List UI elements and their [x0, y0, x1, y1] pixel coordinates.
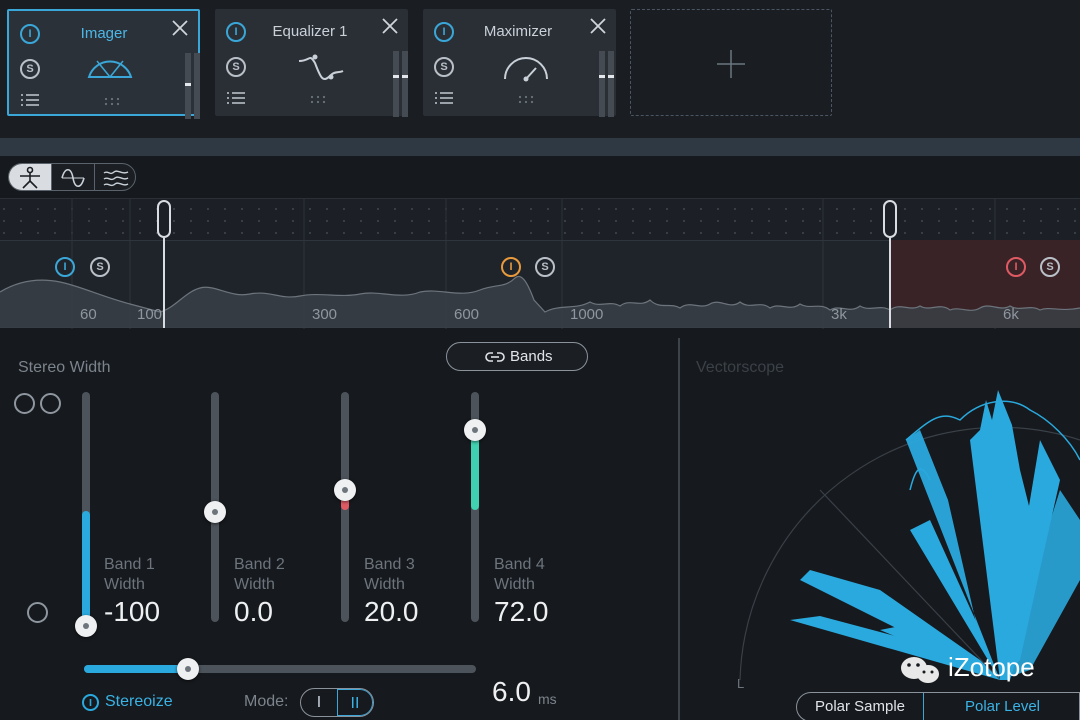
single-band-toggle[interactable]: [27, 602, 48, 623]
band-link-toggle[interactable]: [14, 393, 35, 414]
freq-label: 6k: [1003, 306, 1019, 323]
band1-power-button[interactable]: I: [55, 257, 75, 277]
module-power-button[interactable]: I: [20, 24, 40, 44]
output-meter-right: [194, 53, 200, 119]
mode-option-2[interactable]: II: [337, 689, 373, 716]
delay-unit: ms: [538, 691, 557, 707]
link-bands-button[interactable]: Bands: [446, 342, 588, 371]
watermark-text: iZotope: [948, 652, 1035, 682]
module-chain: I Imager S I Equalizer 1 S I Maximizer S: [0, 0, 1080, 138]
stereo-figure-icon: [20, 166, 40, 189]
power-icon: [89, 699, 92, 706]
crossover-line-3[interactable]: [889, 238, 891, 328]
band3-width-value[interactable]: 20.0: [364, 596, 419, 628]
stereo-width-title: Stereo Width: [18, 359, 111, 376]
freq-label: 100: [137, 306, 163, 323]
band-link-toggle[interactable]: [40, 393, 61, 414]
view-mode-stereo[interactable]: [9, 164, 51, 190]
band1-width-knob[interactable]: [75, 615, 97, 637]
module-title: Equalizer 1: [272, 23, 348, 40]
vectorscope-left-label: L: [737, 676, 745, 691]
close-icon[interactable]: [589, 17, 607, 35]
output-meter-left: [599, 51, 605, 117]
band2-width-value[interactable]: 0.0: [234, 596, 273, 628]
band4-width-knob[interactable]: [464, 419, 486, 441]
mode-label: Mode:: [244, 693, 289, 710]
close-icon[interactable]: [381, 17, 399, 35]
band4-label: Band 4 Width: [494, 556, 545, 593]
module-menu-icon[interactable]: [227, 91, 245, 105]
band4-solo-button[interactable]: S: [1040, 257, 1060, 277]
drag-grip-icon[interactable]: [309, 95, 327, 105]
crossover-handle-3[interactable]: [883, 200, 897, 238]
band1-width-value[interactable]: -100: [104, 596, 160, 628]
freq-label: 1000: [570, 306, 604, 323]
output-meter-left: [393, 51, 399, 117]
module-title: Imager: [80, 25, 128, 42]
bands-label: Bands: [510, 348, 553, 365]
module-equalizer[interactable]: I Equalizer 1 S: [215, 9, 408, 117]
add-module-slot[interactable]: [630, 9, 832, 116]
polar-sample-option[interactable]: Polar Sample: [797, 693, 923, 720]
band4-width-fill: [471, 430, 479, 510]
plus-icon: [717, 50, 745, 78]
module-menu-icon[interactable]: [435, 91, 453, 105]
mode-selector[interactable]: I II: [300, 688, 374, 717]
output-meter-left: [185, 53, 191, 119]
module-power-button[interactable]: I: [434, 22, 454, 42]
delay-value[interactable]: 6.0: [492, 676, 531, 708]
band3-label: Band 3 Width: [364, 556, 415, 593]
polar-level-option[interactable]: Polar Level: [923, 693, 1079, 720]
freq-label: 3k: [831, 306, 847, 323]
crossover-handle-1[interactable]: [157, 200, 171, 238]
module-imager[interactable]: I Imager S: [7, 9, 200, 119]
band2-power-button[interactable]: I: [501, 257, 521, 277]
output-meter-right: [608, 51, 614, 117]
freq-label: 60: [80, 306, 97, 323]
drag-grip-icon[interactable]: [517, 95, 535, 105]
equalizer-curve-icon: [298, 54, 344, 80]
view-mode-waveform[interactable]: [52, 164, 94, 190]
module-power-button[interactable]: I: [226, 22, 246, 42]
stereoize-delay-knob[interactable]: [177, 658, 199, 680]
band4-power-button[interactable]: I: [1006, 257, 1026, 277]
section-divider: [0, 138, 1080, 156]
band2-solo-button[interactable]: S: [535, 257, 555, 277]
sine-wave-icon: [61, 168, 85, 188]
freq-label: 300: [312, 306, 338, 323]
maximizer-gauge-icon: [504, 57, 548, 82]
close-icon[interactable]: [171, 19, 189, 37]
band1-solo-button[interactable]: S: [90, 257, 110, 277]
module-menu-icon[interactable]: [21, 93, 39, 107]
drag-grip-icon[interactable]: [103, 97, 121, 107]
spectrum-icon: [103, 170, 129, 187]
stereoize-power-icon[interactable]: [82, 694, 99, 711]
band2-width-knob[interactable]: [204, 501, 226, 523]
band3-width-knob[interactable]: [334, 479, 356, 501]
band4-width-value[interactable]: 72.0: [494, 596, 549, 628]
view-mode-spectrum[interactable]: [95, 164, 135, 190]
module-maximizer[interactable]: I Maximizer S: [423, 9, 616, 117]
band1-width-fill: [82, 511, 90, 622]
module-solo-button[interactable]: S: [226, 57, 246, 77]
module-solo-button[interactable]: S: [20, 59, 40, 79]
module-solo-button[interactable]: S: [434, 57, 454, 77]
output-meter-right: [402, 51, 408, 117]
stereoize-delay-fill: [84, 665, 188, 673]
freq-label: 600: [454, 306, 480, 323]
stereoize-label[interactable]: Stereoize: [105, 693, 173, 711]
band2-label: Band 2 Width: [234, 556, 285, 593]
vectorscope-title: Vectorscope: [696, 359, 785, 376]
crossover-line-1[interactable]: [163, 238, 165, 328]
imager-icon: [87, 60, 133, 78]
view-mode-toggle[interactable]: [8, 163, 136, 191]
mode-option-1[interactable]: I: [301, 689, 337, 716]
link-icon: [485, 352, 505, 362]
band1-label: Band 1 Width: [104, 556, 155, 593]
module-title: Maximizer: [483, 23, 553, 40]
vectorscope-mode-selector[interactable]: Polar Sample Polar Level: [796, 692, 1080, 720]
vectorscope-display: [739, 390, 1080, 681]
